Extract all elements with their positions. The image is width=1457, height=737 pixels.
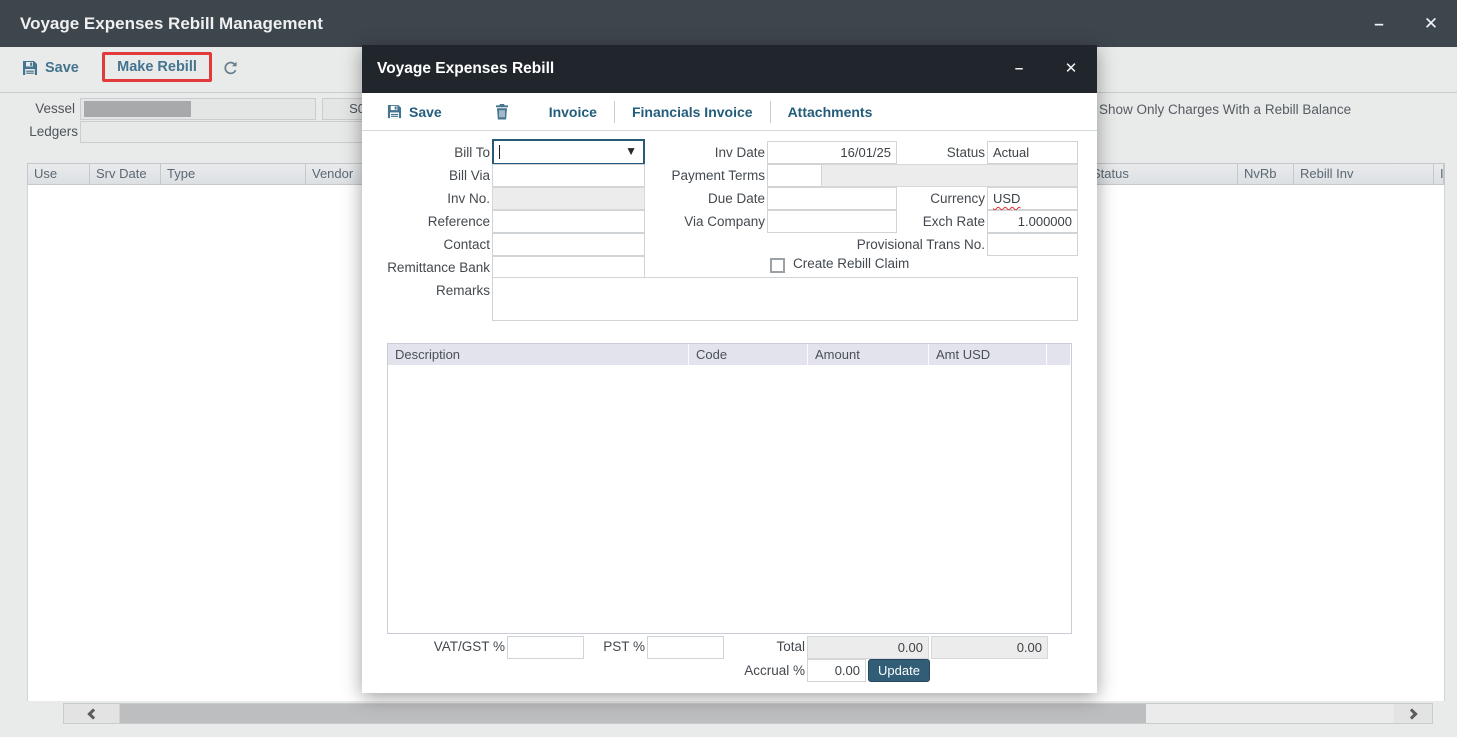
exch-rate-label: Exch Rate	[815, 211, 985, 233]
modal-title: Voyage Expenses Rebill	[377, 45, 554, 93]
minimize-icon: –	[1374, 14, 1383, 33]
main-window-title: Voyage Expenses Rebill Management	[20, 0, 323, 47]
bill-via-input[interactable]	[492, 164, 645, 187]
save-icon	[387, 104, 402, 119]
invoice-tab[interactable]: Invoice	[549, 104, 597, 120]
payment-terms-label: Payment Terms	[635, 165, 765, 187]
refresh-button[interactable]	[222, 60, 239, 77]
modal-save-label: Save	[409, 104, 442, 120]
scroll-right-button[interactable]	[1394, 704, 1432, 723]
modal-minimize-button[interactable]: –	[1002, 45, 1036, 92]
make-rebill-button[interactable]: Make Rebill	[117, 59, 197, 75]
main-close-button[interactable]: ✕	[1414, 0, 1448, 47]
vessel-redacted-value	[84, 101, 191, 117]
trash-icon	[495, 104, 509, 120]
text-cursor	[499, 145, 500, 159]
invoice-items-table: Description Code Amount Amt USD	[387, 343, 1072, 634]
voyage-expenses-rebill-dialog: Voyage Expenses Rebill – ✕ Save Invoice …	[362, 45, 1097, 693]
accrual-input[interactable]	[807, 659, 866, 682]
contact-input[interactable]	[492, 233, 645, 256]
toolbar-separator	[614, 101, 615, 123]
column-header-use[interactable]: Use	[28, 164, 90, 184]
status-input[interactable]	[987, 141, 1078, 164]
vat-gst-label: VAT/GST %	[362, 636, 505, 658]
make-rebill-annotation-box: Make Rebill	[102, 52, 212, 82]
remarks-label: Remarks	[362, 280, 490, 302]
modal-close-button[interactable]: ✕	[1054, 45, 1088, 92]
financials-invoice-tab[interactable]: Financials Invoice	[632, 104, 753, 120]
invoice-items-header: Description Code Amount Amt USD	[388, 344, 1071, 365]
column-header-amt-usd[interactable]: Amt USD	[929, 344, 1047, 365]
modal-titlebar: Voyage Expenses Rebill – ✕	[362, 45, 1097, 93]
create-rebill-claim-label: Create Rebill Claim	[793, 256, 909, 271]
scroll-left-button[interactable]	[64, 704, 120, 723]
bill-to-combobox[interactable]: ▼	[492, 139, 645, 165]
horizontal-scrollbar[interactable]	[63, 703, 1433, 724]
column-header-description[interactable]: Description	[388, 344, 689, 365]
provisional-trans-no-label: Provisional Trans No.	[815, 234, 985, 256]
currency-value: USD	[993, 191, 1020, 206]
column-header-type[interactable]: Type	[161, 164, 306, 184]
main-minimize-button[interactable]: –	[1362, 0, 1396, 47]
chevron-right-icon	[1406, 708, 1417, 719]
column-header-amount[interactable]: Amount	[808, 344, 929, 365]
close-icon: ✕	[1424, 14, 1438, 33]
remittance-bank-label: Remittance Bank	[362, 257, 490, 279]
currency-input[interactable]: USD	[987, 187, 1078, 210]
reference-input[interactable]	[492, 210, 645, 233]
total-amt-usd-field	[931, 636, 1048, 659]
inv-no-label: Inv No.	[362, 188, 490, 210]
pst-label: PST %	[542, 636, 645, 658]
ledgers-field[interactable]	[80, 121, 380, 143]
main-titlebar: Voyage Expenses Rebill Management – ✕	[0, 0, 1457, 47]
ledgers-label: Ledgers	[0, 124, 78, 139]
voyage-expenses-rebill-management-window: Voyage Expenses Rebill Management – ✕ Sa…	[0, 0, 1457, 737]
total-label: Total	[712, 636, 805, 658]
column-header-code[interactable]: Code	[689, 344, 808, 365]
contact-label: Contact	[362, 234, 490, 256]
total-amount-field	[807, 636, 929, 659]
vessel-label: Vessel	[0, 101, 75, 116]
attachments-tab[interactable]: Attachments	[788, 104, 873, 120]
modal-save-button[interactable]: Save	[387, 104, 442, 120]
column-header-srv-date[interactable]: Srv Date	[90, 164, 161, 184]
column-header-rebill-inv[interactable]: Rebill Inv	[1294, 164, 1434, 184]
due-date-label: Due Date	[635, 188, 765, 210]
chevron-left-icon	[87, 708, 98, 719]
payment-terms-input[interactable]	[767, 164, 822, 187]
modal-toolbar: Save Invoice Financials Invoice Attachme…	[362, 93, 1097, 131]
via-company-label: Via Company	[635, 211, 765, 233]
main-save-button[interactable]: Save	[22, 60, 79, 76]
currency-label: Currency	[815, 188, 985, 210]
column-header-filler	[1047, 344, 1071, 365]
main-save-label: Save	[45, 60, 79, 76]
refresh-icon	[222, 60, 239, 77]
bill-to-label: Bill To	[362, 142, 490, 164]
bill-via-label: Bill Via	[362, 165, 490, 187]
create-rebill-claim-checkbox[interactable]	[770, 258, 785, 273]
provisional-trans-no-input[interactable]	[987, 233, 1078, 256]
column-header-inv[interactable]: Inv	[1434, 164, 1444, 184]
remittance-bank-input[interactable]	[492, 256, 645, 279]
accrual-label: Accrual %	[712, 660, 805, 682]
reference-label: Reference	[362, 211, 490, 233]
show-only-charges-label: Show Only Charges With a Rebill Balance	[1099, 102, 1351, 117]
remarks-textarea[interactable]	[492, 277, 1078, 321]
update-button[interactable]: Update	[868, 659, 930, 682]
exch-rate-input[interactable]	[987, 210, 1078, 233]
toolbar-separator	[770, 101, 771, 123]
inv-no-input	[492, 187, 645, 210]
close-icon: ✕	[1065, 60, 1078, 77]
payment-terms-description-field	[822, 164, 1078, 187]
vessel-field[interactable]	[80, 98, 316, 120]
scrollbar-thumb[interactable]	[120, 704, 1146, 723]
column-header-nvrb[interactable]: NvRb	[1238, 164, 1294, 184]
status-label: Status	[815, 142, 985, 164]
column-header-status[interactable]: Status	[1086, 164, 1238, 184]
delete-button[interactable]	[495, 104, 509, 120]
save-icon	[22, 60, 38, 76]
inv-date-label: Inv Date	[635, 142, 765, 164]
minimize-icon: –	[1015, 60, 1023, 77]
